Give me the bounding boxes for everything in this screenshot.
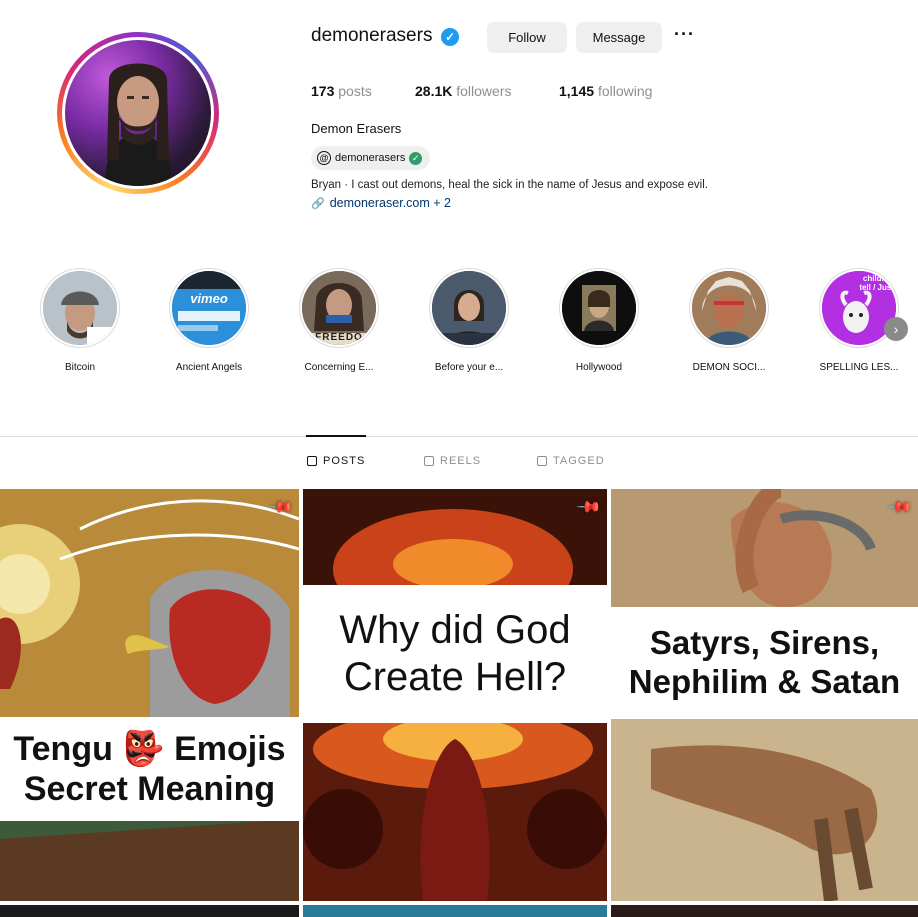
following-count-label: following <box>597 83 653 99</box>
post-caption-line2: Secret Meaning <box>23 770 276 808</box>
tab-posts[interactable]: POSTS <box>307 455 365 467</box>
highlight-cover <box>562 271 636 345</box>
post-tile-peek[interactable] <box>0 905 299 917</box>
post-caption-line2: Create Hell? <box>343 655 567 699</box>
more-options-icon[interactable]: ··· <box>674 24 698 48</box>
avatar-portrait <box>105 63 171 186</box>
post-caption-line1: Satyrs, Sirens, <box>649 624 880 662</box>
highlight-demon-society[interactable]: DEMON SOCI... <box>685 268 773 373</box>
tab-reels-label: REELS <box>440 455 482 467</box>
highlight-ancient-angels[interactable]: vimeo Ancient Angels <box>165 268 253 373</box>
profile-avatar-ring[interactable] <box>57 32 219 194</box>
posts-count-value: 173 <box>311 83 335 99</box>
highlight-label: SPELLING LES... <box>819 362 899 373</box>
post-caption-line1: Why did God <box>339 607 571 652</box>
verified-badge-icon: ✓ <box>441 28 459 46</box>
link-icon: 🔗 <box>311 197 325 210</box>
following-count-value: 1,145 <box>559 83 595 99</box>
threads-verified-icon: ✓ <box>409 151 423 165</box>
portrait-headdress-icon <box>692 271 766 345</box>
highlight-label: Concerning E... <box>304 362 374 373</box>
tabs-divider <box>0 436 918 437</box>
profile-link-text[interactable]: demoneraser.com + 2 <box>330 196 451 210</box>
highlight-cover <box>692 271 766 345</box>
post-tile-peek[interactable] <box>611 905 918 917</box>
avatar-gap <box>62 37 214 189</box>
post-caption: Tengu 👺 Emojis Secret Meaning <box>0 717 299 821</box>
tab-tagged-label: TAGGED <box>553 455 605 467</box>
posts-count-label: posts <box>338 83 372 99</box>
grid-icon <box>307 456 317 466</box>
highlight-ring <box>429 268 509 348</box>
highlight-label: Before your e... <box>434 362 504 373</box>
highlight-cover: vimeo <box>172 271 246 345</box>
highlight-concerning[interactable]: FREEDO Concerning E... <box>295 268 383 373</box>
portrait-cap-icon <box>43 271 117 345</box>
profile-bio: Bryan · I cast out demons, heal the sick… <box>311 179 708 191</box>
highlight-badge: vimeo <box>190 291 228 306</box>
followers-count-label: followers <box>456 83 512 99</box>
vimeo-screen-icon <box>172 271 246 345</box>
post-caption-line2: Nephilim & Satan <box>628 663 901 700</box>
highlight-bitcoin[interactable]: Bitcoin <box>36 268 124 373</box>
highlight-ring: FREEDO <box>299 268 379 348</box>
follow-button[interactable]: Follow <box>487 22 567 53</box>
threads-icon: @ <box>317 151 331 165</box>
post-tile-tengu[interactable]: Tengu 👺 Emojis Secret Meaning 📌 <box>0 489 299 901</box>
threads-link-chip[interactable]: @ demonerasers ✓ <box>311 146 431 170</box>
post-caption: Satyrs, Sirens, Nephilim & Satan <box>611 607 918 719</box>
highlights-next-chevron-icon[interactable]: › <box>884 317 908 341</box>
profile-link[interactable]: 🔗 demoneraser.com + 2 <box>311 196 451 210</box>
tab-tagged[interactable]: TAGGED <box>537 455 605 467</box>
post-image-tengu <box>0 489 299 901</box>
portrait-frame-icon <box>562 271 636 345</box>
highlight-ring: vimeo <box>169 268 249 348</box>
highlight-ring <box>689 268 769 348</box>
post-tile-peek[interactable] <box>303 905 607 917</box>
highlight-label: Ancient Angels <box>175 362 243 373</box>
post-caption-line1: Tengu 👺 Emojis <box>13 729 286 768</box>
highlight-badge: FREEDO <box>315 332 363 343</box>
posts-count: 173 posts <box>311 83 372 99</box>
message-button[interactable]: Message <box>576 22 662 53</box>
highlight-before-your-eyes[interactable]: Before your e... <box>425 268 513 373</box>
post-tile-satyrs[interactable]: Satyrs, Sirens, Nephilim & Satan 📌 <box>611 489 918 901</box>
highlight-hollywood[interactable]: Hollywood <box>555 268 643 373</box>
threads-handle: demonerasers <box>335 152 406 164</box>
profile-avatar[interactable] <box>65 40 211 186</box>
highlight-label: Bitcoin <box>64 362 95 373</box>
tab-reels[interactable]: REELS <box>424 455 481 467</box>
highlight-label: DEMON SOCI... <box>692 362 766 373</box>
following-link[interactable]: 1,145 following <box>559 83 652 99</box>
followers-count-value: 28.1K <box>415 83 453 99</box>
tagged-icon <box>537 456 547 466</box>
highlight-label: Hollywood <box>575 362 623 373</box>
tab-posts-label: POSTS <box>323 455 366 467</box>
highlight-cover <box>432 271 506 345</box>
highlight-ring <box>40 268 120 348</box>
active-tab-indicator <box>306 435 366 437</box>
profile-username: demonerasers <box>311 25 433 46</box>
followers-link[interactable]: 28.1K followers <box>415 83 512 99</box>
post-tile-hell[interactable]: Why did God Create Hell? 📌 <box>303 489 607 901</box>
portrait-woman-icon <box>432 271 506 345</box>
highlight-badge: children tell / Just <box>859 274 894 292</box>
highlight-cover <box>43 271 117 345</box>
highlight-ring <box>559 268 639 348</box>
profile-display-name: Demon Erasers <box>311 121 402 136</box>
highlight-cover: FREEDO <box>302 271 376 345</box>
post-caption: Why did God Create Hell? <box>303 585 607 723</box>
reels-icon <box>424 456 434 466</box>
